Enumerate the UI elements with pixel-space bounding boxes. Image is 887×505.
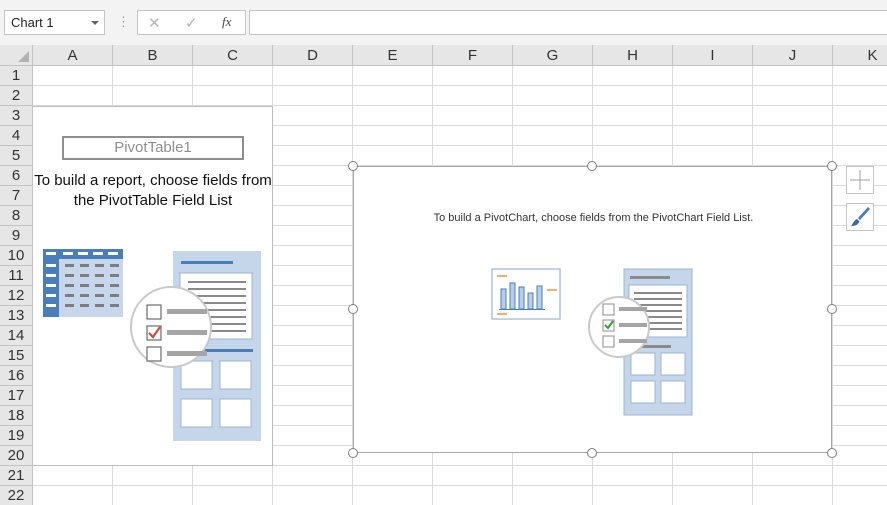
row-header-14[interactable]: 14 xyxy=(0,326,33,346)
resize-handle-top[interactable] xyxy=(587,161,597,171)
column-header-g[interactable]: G xyxy=(513,45,593,66)
resize-handle-bottom[interactable] xyxy=(587,448,597,458)
name-box[interactable]: Chart 1 xyxy=(4,10,105,35)
column-header-e[interactable]: E xyxy=(353,45,433,66)
pivot-table-placeholder[interactable]: PivotTable1 To build a report, choose fi… xyxy=(33,106,273,466)
insert-function-icon[interactable]: fx xyxy=(222,14,231,30)
cancel-icon[interactable]: ✕ xyxy=(148,14,161,32)
formula-input[interactable] xyxy=(249,10,887,35)
enter-icon[interactable]: ✓ xyxy=(185,14,198,32)
row-header-15[interactable]: 15 xyxy=(0,346,33,366)
row-header-12[interactable]: 12 xyxy=(0,286,33,306)
column-header-c[interactable]: C xyxy=(193,45,273,66)
column-header-k[interactable]: K xyxy=(833,45,887,66)
row-header-9[interactable]: 9 xyxy=(0,226,33,246)
formula-buttons: ✕ ✓ fx xyxy=(137,10,246,35)
row-header-19[interactable]: 19 xyxy=(0,426,33,446)
row-header-16[interactable]: 16 xyxy=(0,366,33,386)
resize-handle-top-left[interactable] xyxy=(348,161,358,171)
checklist-magnifier-icon xyxy=(588,296,650,358)
pivot-table-name: PivotTable1 xyxy=(62,136,244,160)
row-header-11[interactable]: 11 xyxy=(0,266,33,286)
formula-bar-area: Chart 1 ⋮ ✕ ✓ fx xyxy=(0,0,887,45)
row-header-18[interactable]: 18 xyxy=(0,406,33,426)
plus-icon xyxy=(850,170,870,190)
row-header-3[interactable]: 3 xyxy=(0,106,33,126)
pivot-table-illustration xyxy=(43,249,261,441)
chevron-down-icon[interactable] xyxy=(91,21,99,25)
row-header-22[interactable]: 22 xyxy=(0,486,33,505)
row-header-17[interactable]: 17 xyxy=(0,386,33,406)
table-icon xyxy=(43,249,123,317)
column-header-b[interactable]: B xyxy=(113,45,193,66)
row-header-10[interactable]: 10 xyxy=(0,246,33,266)
checklist-magnifier-icon xyxy=(130,286,212,368)
pivot-chart-illustration xyxy=(491,268,693,416)
resize-handle-bottom-right[interactable] xyxy=(827,448,837,458)
paintbrush-icon xyxy=(851,207,870,226)
row-header-13[interactable]: 13 xyxy=(0,306,33,326)
column-header-f[interactable]: F xyxy=(433,45,513,66)
row-header-7[interactable]: 7 xyxy=(0,186,33,206)
row-header-20[interactable]: 20 xyxy=(0,446,33,466)
pivot-table-instruction: To build a report, choose fields from th… xyxy=(34,172,272,209)
select-all-button[interactable] xyxy=(0,45,33,66)
row-header-8[interactable]: 8 xyxy=(0,206,33,226)
resize-handle-left[interactable] xyxy=(348,304,358,314)
formula-bar-resize-icon[interactable]: ⋮ xyxy=(117,12,130,32)
name-box-value: Chart 1 xyxy=(11,15,54,30)
row-header-1[interactable]: 1 xyxy=(0,66,33,86)
chart-elements-button[interactable] xyxy=(846,166,874,194)
column-header-j[interactable]: J xyxy=(753,45,833,66)
resize-handle-bottom-left[interactable] xyxy=(348,448,358,458)
resize-handle-right[interactable] xyxy=(827,304,837,314)
row-header-21[interactable]: 21 xyxy=(0,466,33,486)
bar-chart-icon xyxy=(491,268,561,320)
column-header-i[interactable]: I xyxy=(673,45,753,66)
row-header-5[interactable]: 5 xyxy=(0,146,33,166)
pivot-chart-placeholder[interactable]: To build a PivotChart, choose fields fro… xyxy=(353,166,832,453)
row-header-6[interactable]: 6 xyxy=(0,166,33,186)
row-header-2[interactable]: 2 xyxy=(0,86,33,106)
column-header-h[interactable]: H xyxy=(593,45,673,66)
resize-handle-top-right[interactable] xyxy=(827,161,837,171)
column-header-a[interactable]: A xyxy=(33,45,113,66)
pivot-chart-instruction: To build a PivotChart, choose fields fro… xyxy=(433,212,754,224)
row-header-4[interactable]: 4 xyxy=(0,126,33,146)
column-header-d[interactable]: D xyxy=(273,45,353,66)
chart-styles-button[interactable] xyxy=(846,203,874,231)
